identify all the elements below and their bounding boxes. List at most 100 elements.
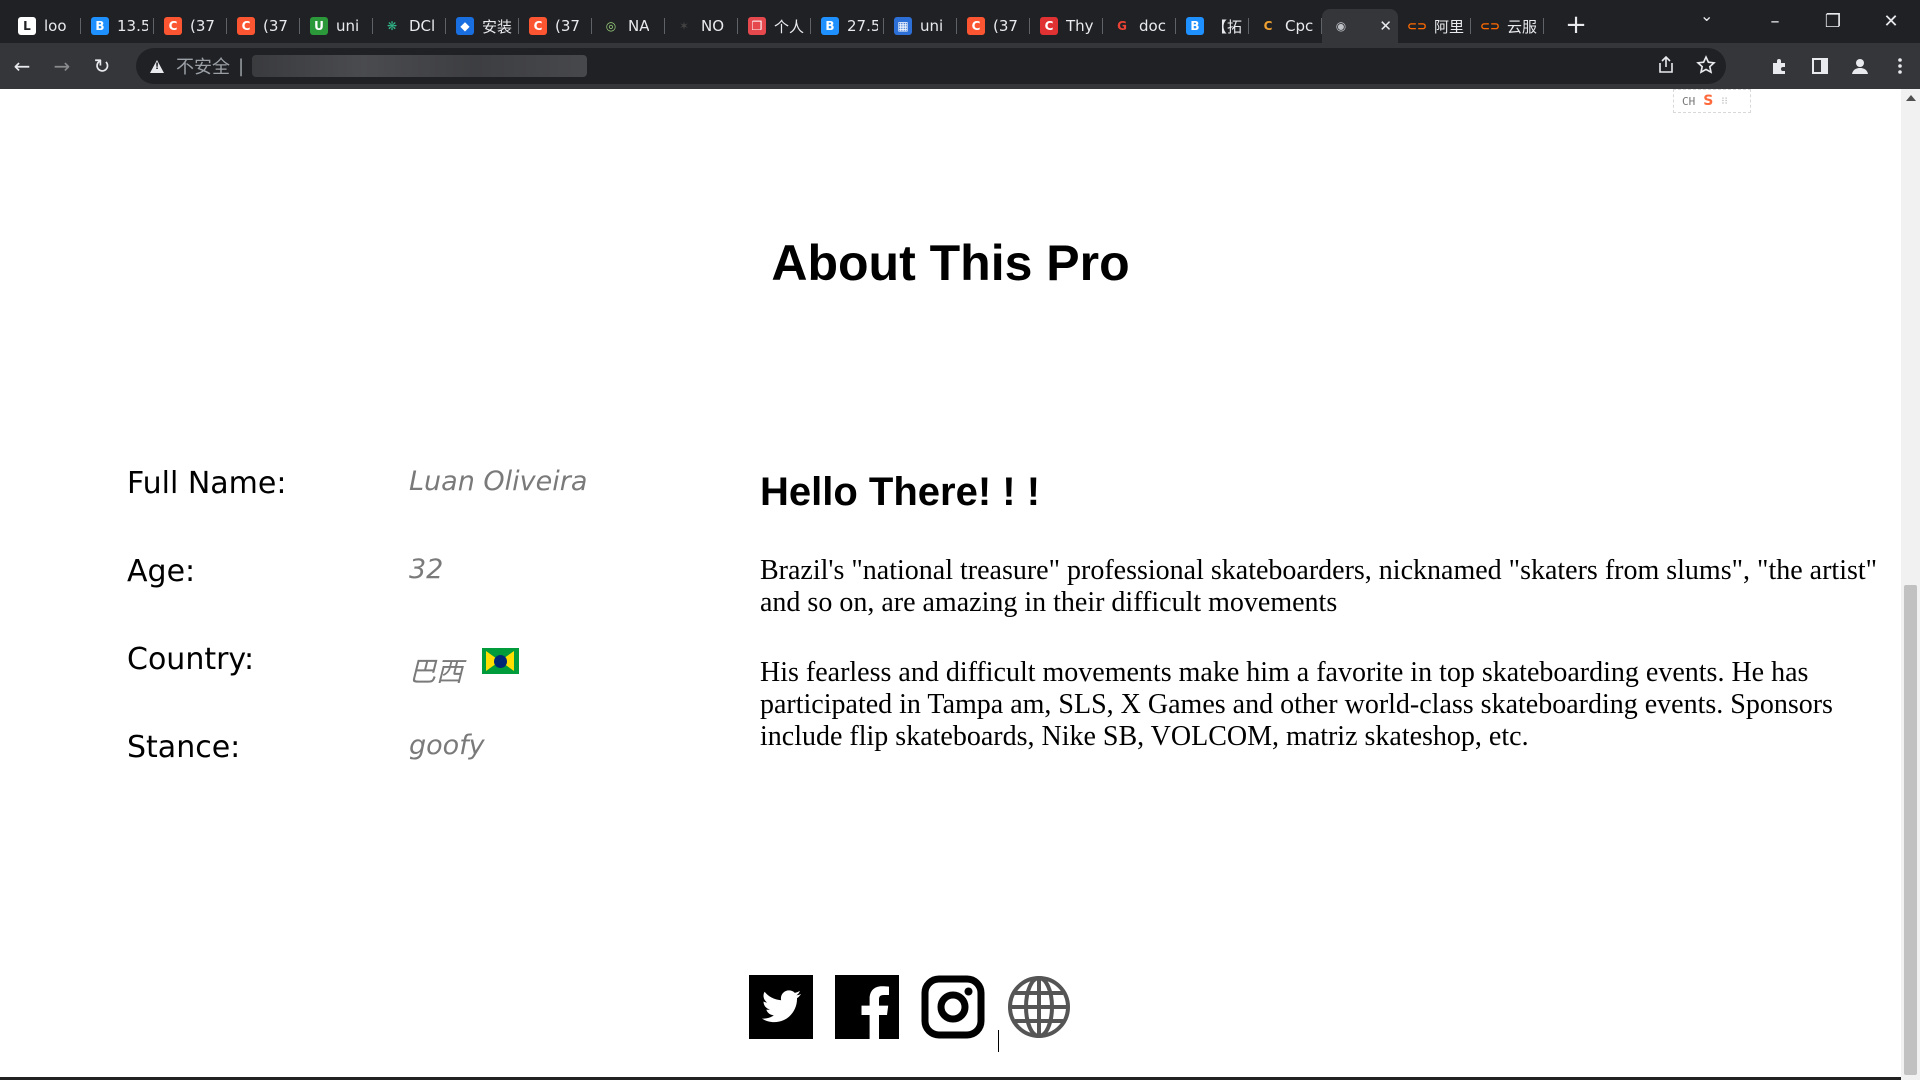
browser-tab[interactable]: ◉ ✕ — [1322, 9, 1398, 43]
browser-tab[interactable]: C (37 — [519, 9, 592, 43]
browser-tab[interactable]: B 13.5 — [81, 9, 154, 43]
tab-title: uni — [920, 17, 944, 35]
browser-tab[interactable]: ⊂⊃ 云服 — [1471, 9, 1544, 43]
tab-favicon-icon: C — [529, 17, 547, 35]
about-paragraph: Brazil's "national treasure" professiona… — [760, 555, 1878, 618]
tab-title: loo — [44, 17, 67, 35]
tab-favicon-icon: C — [967, 17, 985, 35]
toolbar-right — [1760, 48, 1920, 84]
scrollbar-thumb[interactable] — [1904, 585, 1917, 1075]
back-button[interactable]: ← — [4, 48, 40, 84]
tab-favicon-icon: L — [18, 17, 36, 35]
share-icon[interactable] — [1656, 55, 1676, 75]
close-window-button[interactable]: ✕ — [1862, 11, 1920, 32]
url-text-blurred[interactable] — [252, 55, 588, 77]
tab-favicon-icon: C — [1259, 17, 1277, 35]
vertical-scrollbar[interactable] — [1901, 89, 1920, 1080]
extensions-icon[interactable] — [1760, 48, 1800, 84]
profile-icon[interactable] — [1840, 48, 1880, 84]
tab-favicon-icon: ❒ — [748, 17, 766, 35]
tab-favicon-icon: ▦ — [894, 17, 912, 35]
browser-tab[interactable]: B 27.5 — [811, 9, 884, 43]
ime-grip-icon[interactable]: ⁝⁝ — [1721, 96, 1727, 107]
tab-title: DCl — [409, 17, 436, 35]
menu-icon[interactable] — [1880, 48, 1920, 84]
security-label[interactable]: 不安全 — [176, 53, 230, 79]
address-bar[interactable]: 不安全 | — [136, 48, 1726, 84]
browser-tab[interactable]: Lloo — [8, 9, 81, 43]
tab-favicon-icon: B — [1186, 17, 1204, 35]
tab-title: uni — [336, 17, 360, 35]
instagram-icon[interactable] — [921, 975, 985, 1039]
tab-title: NA — [628, 17, 650, 35]
restore-button[interactable]: ❐ — [1804, 11, 1862, 32]
tab-favicon-icon: ◎ — [602, 17, 620, 35]
close-tab-icon[interactable]: ✕ — [1379, 17, 1392, 35]
tab-title: 安装 — [482, 17, 513, 36]
tab-favicon-icon: C — [237, 17, 255, 35]
detail-value: 巴西 — [409, 657, 463, 688]
flag-globe — [494, 655, 507, 668]
reload-button[interactable]: ↻ — [84, 48, 120, 84]
tab-title: (37 — [555, 17, 580, 35]
detail-row-country: Country: 巴西 — [127, 642, 727, 730]
tab-title: (37 — [263, 17, 288, 35]
browser-tab[interactable]: ❒ 个人 — [738, 9, 811, 43]
browser-tab[interactable]: C Thy — [1030, 9, 1103, 43]
tab-title: Thy — [1066, 17, 1094, 35]
tab-favicon-icon: G — [1113, 17, 1131, 35]
facebook-icon[interactable] — [835, 975, 899, 1039]
tab-strip: Lloo B 13.5 C (37 C (37 Uuni ❋ DCl ◆ 安装 C (37 ◎ NA ✶ NO ❒ 个… — [0, 0, 1920, 43]
browser-tab[interactable]: Uuni — [300, 9, 373, 43]
browser-tab[interactable]: ▦ uni — [884, 9, 957, 43]
scroll-up-arrow-icon[interactable] — [1906, 95, 1916, 101]
omnibox-actions — [1656, 55, 1716, 75]
ime-toolbar[interactable]: CH S ⁝⁝ — [1673, 89, 1751, 113]
tab-favicon-icon: C — [1040, 17, 1058, 35]
browser-tab[interactable]: C (37 — [957, 9, 1030, 43]
browser-tab[interactable]: B 【拓 — [1176, 9, 1249, 43]
tab-title: NO — [701, 17, 725, 35]
tab-title: Cpc — [1285, 17, 1314, 35]
brazil-flag-icon — [482, 648, 519, 674]
detail-value: Luan Oliveira — [409, 466, 588, 497]
browser-tab[interactable]: C Cpc — [1249, 9, 1322, 43]
detail-label: Full Name: — [127, 466, 287, 501]
browser-tab[interactable]: ◆ 安装 — [446, 9, 519, 43]
tab-list: Lloo B 13.5 C (37 C (37 Uuni ❋ DCl ◆ 安装 C (37 ◎ NA ✶ NO ❒ 个… — [0, 0, 1544, 43]
tab-title: doc — [1139, 17, 1166, 35]
browser-tab[interactable]: ◎ NA — [592, 9, 665, 43]
social-links — [749, 975, 1071, 1039]
forward-button[interactable]: → — [44, 48, 80, 84]
tab-search-button[interactable]: ⌄ — [1700, 6, 1713, 25]
warning-icon[interactable] — [150, 59, 164, 73]
tab-title: (37 — [190, 17, 215, 35]
pro-details: Full Name: Luan Oliveira Age: 32 Country… — [127, 466, 727, 818]
detail-label: Country: — [127, 642, 255, 677]
minimize-button[interactable]: – — [1746, 11, 1804, 32]
page-title: About This Pro — [771, 235, 1130, 291]
star-icon[interactable] — [1696, 55, 1716, 75]
window-controls: – ❐ ✕ — [1746, 0, 1920, 43]
ime-language[interactable]: CH — [1682, 95, 1695, 108]
browser-tab[interactable]: C (37 — [154, 9, 227, 43]
ime-logo-icon[interactable]: S — [1703, 93, 1713, 109]
browser-tab[interactable]: ❋ DCl — [373, 9, 446, 43]
tab-title: 云服 — [1507, 17, 1538, 36]
sidepanel-icon[interactable] — [1800, 48, 1840, 84]
browser-tab[interactable]: ✶ NO — [665, 9, 738, 43]
detail-value: goofy — [409, 730, 485, 761]
browser-tab[interactable]: ⊂⊃ 阿里 — [1398, 9, 1471, 43]
new-tab-button[interactable]: + — [1558, 7, 1594, 43]
tab-title: 【拓 — [1212, 17, 1243, 36]
tab-favicon-icon: U — [310, 17, 328, 35]
about-section: Hello There! ! ! Brazil's "national trea… — [760, 470, 1900, 791]
twitter-icon[interactable] — [749, 975, 813, 1039]
tab-title: 13.5 — [117, 17, 148, 35]
tab-favicon-icon: B — [91, 17, 109, 35]
browser-tab[interactable]: Gdoc — [1103, 9, 1176, 43]
globe-icon[interactable] — [1007, 975, 1071, 1039]
browser-tab[interactable]: C (37 — [227, 9, 300, 43]
detail-label: Age: — [127, 554, 196, 589]
tab-favicon-icon: ⊂⊃ — [1406, 17, 1428, 35]
